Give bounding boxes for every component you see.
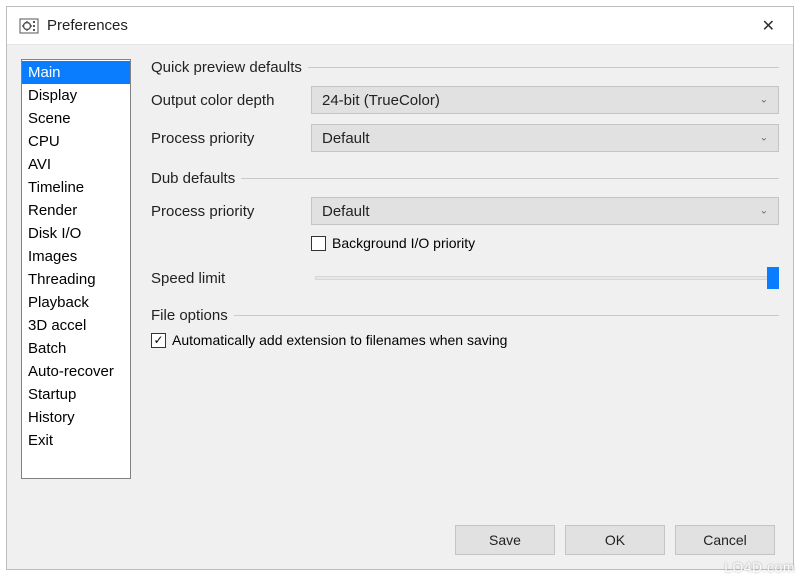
sidebar-item-batch[interactable]: Batch: [22, 337, 130, 360]
cancel-button[interactable]: Cancel: [675, 525, 775, 555]
titlebar: Preferences ✕: [7, 7, 793, 45]
label-speed-limit: Speed limit: [151, 270, 311, 287]
group-legend: Dub defaults: [151, 170, 241, 187]
watermark: LO4D.com: [724, 559, 795, 575]
group-legend: File options: [151, 307, 234, 324]
sidebar-item-display[interactable]: Display: [22, 84, 130, 107]
slider-track: [315, 276, 775, 280]
label-auto-extension: Automatically add extension to filenames…: [172, 332, 507, 348]
sidebar-item-cpu[interactable]: CPU: [22, 130, 130, 153]
dropdown-value: Default: [322, 130, 370, 147]
preferences-dialog: Preferences ✕ MainDisplaySceneCPUAVITime…: [6, 6, 794, 570]
label-process-priority: Process priority: [151, 130, 311, 147]
dialog-buttons: Save OK Cancel: [455, 525, 775, 555]
slider-thumb[interactable]: [767, 267, 779, 289]
sidebar-item-main[interactable]: Main: [22, 61, 130, 84]
label-bg-io: Background I/O priority: [332, 235, 475, 251]
slider-speed-limit[interactable]: [311, 267, 779, 289]
app-gear-icon: [19, 16, 39, 36]
sidebar-item-avi[interactable]: AVI: [22, 153, 130, 176]
group-dub: Dub defaults Process priority Default ⌄ …: [151, 170, 779, 289]
sidebar-item-exit[interactable]: Exit: [22, 429, 130, 452]
chevron-down-icon: ⌄: [760, 206, 768, 217]
settings-panel: Quick preview defaults Output color dept…: [131, 59, 779, 501]
sidebar-item-render[interactable]: Render: [22, 199, 130, 222]
category-list: MainDisplaySceneCPUAVITimelineRenderDisk…: [21, 59, 131, 479]
checkbox-bg-io[interactable]: [311, 236, 326, 251]
sidebar-item-3d-accel[interactable]: 3D accel: [22, 314, 130, 337]
chevron-down-icon: ⌄: [760, 133, 768, 144]
save-button[interactable]: Save: [455, 525, 555, 555]
ok-button[interactable]: OK: [565, 525, 665, 555]
sidebar-item-startup[interactable]: Startup: [22, 383, 130, 406]
chevron-down-icon: ⌄: [760, 95, 768, 106]
group-file-options: File options ✓ Automatically add extensi…: [151, 307, 779, 348]
sidebar-item-auto-recover[interactable]: Auto-recover: [22, 360, 130, 383]
sidebar-item-threading[interactable]: Threading: [22, 268, 130, 291]
dropdown-value: 24-bit (TrueColor): [322, 92, 440, 109]
sidebar-item-disk-i-o[interactable]: Disk I/O: [22, 222, 130, 245]
sidebar-item-scene[interactable]: Scene: [22, 107, 130, 130]
group-legend: Quick preview defaults: [151, 59, 308, 76]
label-process-priority: Process priority: [151, 203, 311, 220]
sidebar-item-history[interactable]: History: [22, 406, 130, 429]
group-quick-preview: Quick preview defaults Output color dept…: [151, 59, 779, 152]
window-title: Preferences: [47, 17, 128, 34]
label-color-depth: Output color depth: [151, 92, 311, 109]
dropdown-process-priority-preview[interactable]: Default ⌄: [311, 124, 779, 152]
checkbox-auto-extension[interactable]: ✓: [151, 333, 166, 348]
dropdown-color-depth[interactable]: 24-bit (TrueColor) ⌄: [311, 86, 779, 114]
close-button[interactable]: ✕: [756, 14, 781, 38]
sidebar-item-images[interactable]: Images: [22, 245, 130, 268]
dropdown-value: Default: [322, 203, 370, 220]
dropdown-process-priority-dub[interactable]: Default ⌄: [311, 197, 779, 225]
sidebar-item-playback[interactable]: Playback: [22, 291, 130, 314]
sidebar-item-timeline[interactable]: Timeline: [22, 176, 130, 199]
